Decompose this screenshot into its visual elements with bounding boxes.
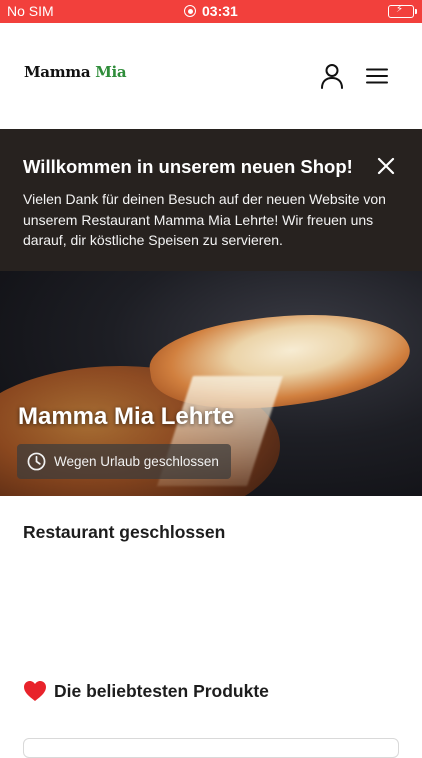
app-header: Mamma Mia (0, 23, 422, 129)
record-icon (184, 5, 196, 17)
carrier-label: No SIM (7, 3, 54, 19)
welcome-text: Vielen Dank für deinen Besuch auf der ne… (23, 191, 386, 248)
status-bar: No SIM 03:31 (0, 0, 422, 23)
welcome-banner: Willkommen in unserem neuen Shop! Vielen… (0, 129, 422, 271)
product-card[interactable] (23, 738, 399, 758)
status-badge: Wegen Urlaub geschlossen (17, 444, 231, 479)
hero-banner: Mamma Mia Lehrte Wegen Urlaub geschlosse… (0, 271, 422, 496)
user-icon[interactable] (320, 63, 344, 89)
status-time: 03:31 (202, 3, 238, 19)
restaurant-name: Mamma Mia Lehrte (18, 403, 235, 430)
closed-heading: Restaurant geschlossen (23, 522, 226, 542)
hamburger-menu-icon[interactable] (366, 68, 388, 84)
heart-icon (24, 681, 46, 701)
battery-charging-icon (388, 5, 417, 18)
popular-products-label: Die beliebtesten Produkte (54, 680, 269, 701)
welcome-title: Willkommen in unserem neuen Shop! (23, 156, 353, 177)
popular-products-heading: Die beliebtesten Produkte (23, 680, 269, 702)
close-icon[interactable] (376, 156, 396, 176)
logo[interactable]: Mamma Mia (24, 63, 127, 81)
clock-icon (27, 452, 46, 471)
status-badge-label: Wegen Urlaub geschlossen (54, 454, 219, 469)
status-center: 03:31 (184, 3, 238, 19)
